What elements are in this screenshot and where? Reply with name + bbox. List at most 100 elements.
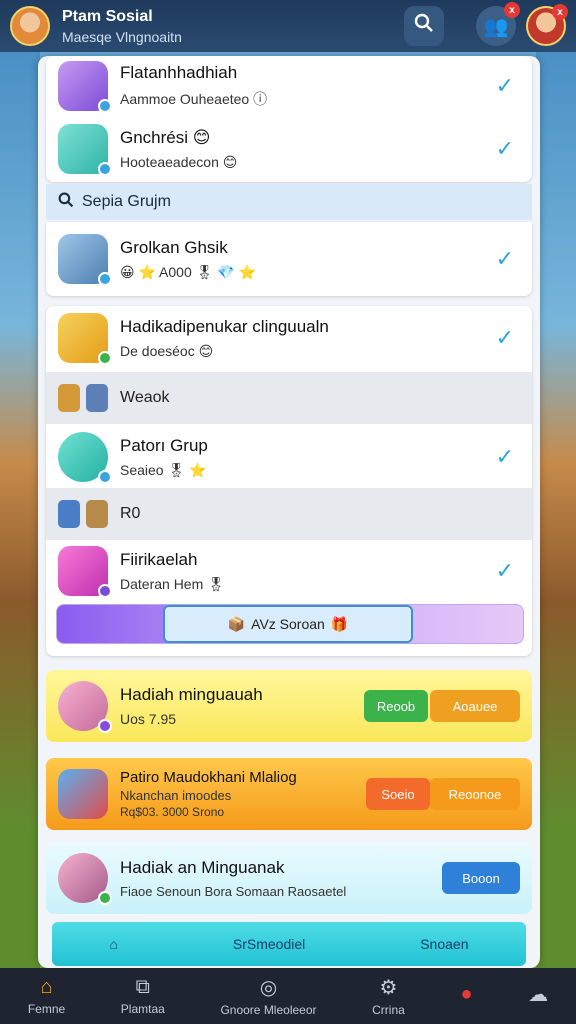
group-card: Grolkan Ghsik 😀 ⭐ A000 🎖 💎 ⭐ ✓: [46, 222, 532, 296]
status-dot: [98, 470, 112, 484]
friends-icon: 👥: [483, 15, 509, 38]
row-subtitle: De doeséoc 😊: [120, 342, 214, 359]
promo-subtitle: Uos 7.95: [120, 711, 177, 727]
promo-subtitle: Fiaoe Senoun Bora Somaan Raosaetel: [120, 883, 347, 899]
join-button[interactable]: Booon: [442, 862, 520, 894]
row-title: Hadikadipenukar clinguualn: [120, 316, 329, 336]
ghost-icon: ☁: [528, 984, 549, 1006]
list-item[interactable]: Hadikadipenukar clinguualn De doeséoc 😊 …: [46, 306, 532, 370]
check-icon[interactable]: ✓: [496, 444, 514, 470]
nav-puzzle[interactable]: ⧉ Plamtaa: [121, 976, 165, 1016]
avatar: [58, 853, 112, 905]
status-dot: [98, 584, 112, 598]
strip-label: Weaok: [120, 389, 170, 406]
alert-icon: ●: [460, 983, 473, 1005]
nav-compass[interactable]: ◎ Gnoore Mleoleeor: [220, 975, 316, 1017]
check-icon[interactable]: ✓: [496, 246, 514, 272]
row-title: Gnchrési 😊: [120, 127, 211, 147]
group-search-header[interactable]: Sepia Grujm: [46, 184, 532, 220]
section-title: Sepia Grujm: [82, 193, 171, 210]
footer-action-bar[interactable]: ⌂ SrSmeodiel Snoaen: [52, 922, 526, 966]
group-strip[interactable]: R0: [46, 488, 532, 540]
status-dot: [98, 272, 112, 286]
row-subtitle: Aammoe Ouheaeteo ⓘ: [120, 91, 268, 107]
contact-card: Flatanhhadhiah Aammoe Ouheaeteo ⓘ ✓ Gnch…: [46, 56, 532, 182]
promo-card[interactable]: Patiro Maudokhani Mlaliog Nkanchan imood…: [46, 758, 532, 830]
row-title: Fiirikaelah: [120, 549, 198, 569]
check-icon[interactable]: ✓: [496, 558, 514, 584]
notification-badge: x: [552, 4, 568, 20]
progress-label: AVz Soroan: [251, 616, 325, 632]
search-button[interactable]: [404, 6, 444, 46]
avatar: [58, 432, 112, 484]
footer-right-label[interactable]: Snoaen: [420, 936, 468, 952]
avatar: [58, 313, 112, 365]
promo-card[interactable]: Hadiah minguauah Uos 7.95 Reoob Aoauee: [46, 670, 532, 742]
background-scenery-left: [0, 50, 40, 969]
row-title: Flatanhhadhiah: [120, 63, 238, 82]
notification-badge: x: [504, 2, 520, 18]
promo-title: Patiro Maudokhani Mlaliog: [120, 769, 297, 786]
gear-icon: ⚙: [379, 977, 398, 999]
nav-home[interactable]: ⌂ Femne: [28, 976, 65, 1016]
search-icon: [58, 192, 74, 213]
avatar: [58, 546, 112, 598]
promo-card[interactable]: Hadiak an Minguanak Fiaoe Senoun Bora So…: [46, 842, 532, 914]
profile-button[interactable]: x: [526, 4, 568, 46]
home-icon: ⌂: [40, 976, 53, 998]
nav-settings[interactable]: ⚙ Crrina: [372, 975, 405, 1017]
status-dot: [98, 719, 112, 733]
status-dot: [98, 99, 112, 113]
reward-button[interactable]: Reoonoe: [430, 778, 520, 810]
chest-icon: 🎁: [330, 615, 349, 632]
promo-title: Hadiak an Minguanak: [120, 857, 285, 877]
buy-button[interactable]: Soeio: [366, 778, 430, 810]
avatar: [58, 61, 112, 113]
row-title: Patorı Grup: [120, 435, 208, 455]
puzzle-icon: ⧉: [135, 976, 150, 998]
game-bundle-icon: [58, 769, 108, 819]
nav-alert[interactable]: ●: [460, 983, 472, 1009]
list-item[interactable]: Grolkan Ghsik 😀 ⭐ A000 🎖 💎 ⭐ ✓: [46, 222, 532, 296]
group-strip[interactable]: Weaok: [46, 372, 532, 424]
status-dot: [98, 162, 112, 176]
status-dot: [98, 891, 112, 905]
avatar: [58, 234, 112, 286]
claim-button[interactable]: Reoob: [364, 690, 428, 722]
promo-price: Rq$03. 3000 Srono: [120, 805, 225, 819]
nav-label: Plamtaa: [120, 1002, 165, 1016]
check-icon[interactable]: ✓: [496, 325, 514, 351]
list-item[interactable]: Gnchrési 😊 Hooteaeadecon 😊 ✓: [46, 118, 532, 180]
row-subtitle: Dateran Hem 🎖: [120, 575, 225, 592]
game-icon: [58, 384, 80, 412]
avatar: [58, 124, 112, 176]
device-icon: [86, 500, 108, 528]
check-icon[interactable]: ✓: [496, 136, 514, 162]
progress-bar[interactable]: 📦 AVz Soroan 🎁: [56, 604, 524, 644]
home-icon: ⌂: [109, 936, 118, 952]
reward-button[interactable]: Aoauee: [430, 690, 520, 722]
nav-ghost[interactable]: ☁: [528, 982, 548, 1010]
background-scenery-right: [536, 50, 576, 969]
avatar: [58, 681, 112, 733]
list-item[interactable]: Flatanhhadhiah Aammoe Ouheaeteo ⓘ ✓: [46, 56, 532, 116]
promo-title: Hadiah minguauah: [120, 685, 263, 704]
app-subtitle: Maesqe Vlngnoaitn: [62, 28, 182, 45]
strip-label: R0: [120, 505, 141, 522]
row-title: Grolkan Ghsik: [120, 237, 228, 257]
friends-button[interactable]: 👥 x: [476, 2, 520, 46]
row-subtitle: Hooteaeadecon 😊: [120, 153, 238, 170]
app-title: Ptam Sosial: [62, 7, 153, 25]
footer-left-label[interactable]: SrSmeodiel: [233, 936, 305, 952]
user-avatar[interactable]: [10, 6, 50, 46]
list-item[interactable]: Fiirikaelah Dateran Hem 🎖 ✓: [46, 542, 532, 600]
top-bar: Ptam Sosial Maesqe Vlngnoaitn 👥 x x: [0, 0, 576, 52]
nav-label: Crrina: [372, 1003, 405, 1017]
phone-icon: [58, 500, 80, 528]
status-dot: [98, 351, 112, 365]
row-subtitle: 😀 ⭐ A000 🎖 💎 ⭐: [120, 263, 257, 280]
list-item[interactable]: Patorı Grup Seaieo 🎖 ⭐ ✓: [46, 426, 532, 488]
check-icon[interactable]: ✓: [496, 73, 514, 99]
nav-label: Femne: [27, 1002, 66, 1016]
promo-subtitle: Nkanchan imoodes: [120, 788, 232, 803]
